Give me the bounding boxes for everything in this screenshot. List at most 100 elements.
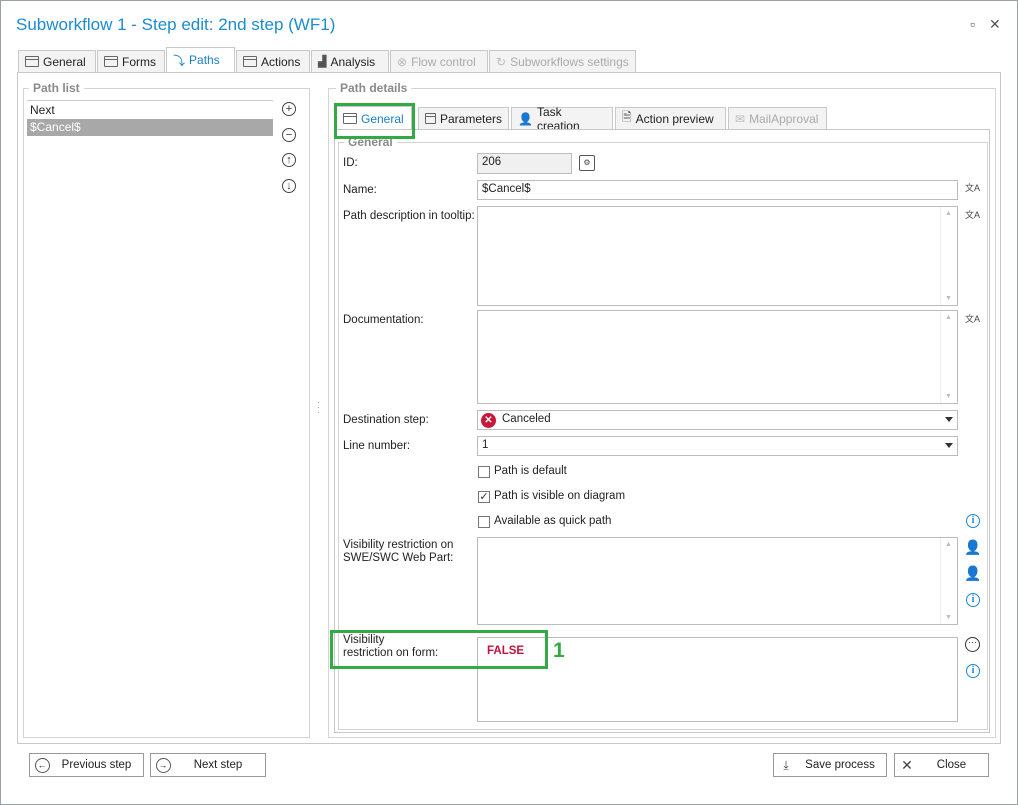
path-visible-on-diagram-checkbox[interactable]: ✓ xyxy=(478,491,490,503)
arrow-left-icon: ← xyxy=(34,757,50,773)
user-search-icon[interactable]: 👤 xyxy=(964,565,981,582)
next-step-label: Next step xyxy=(193,759,243,771)
mail-icon: ✉ xyxy=(735,111,746,126)
tab-general[interactable]: General xyxy=(18,50,96,72)
translate-icon[interactable]: 文A xyxy=(965,181,983,199)
detail-tab-task-creation[interactable]: 👤 Task creation xyxy=(511,105,613,133)
close-icon: ✕ xyxy=(901,756,913,773)
close-button[interactable]: ✕ Close xyxy=(894,753,989,777)
path-list-group xyxy=(23,88,310,738)
next-step-button[interactable]: → Next step xyxy=(150,753,266,777)
paths-icon: ⤵ xyxy=(173,53,186,68)
documentation-textarea[interactable]: ▲ ▼ xyxy=(477,310,958,404)
tab-flow-control: ⊗ Flow control xyxy=(390,50,488,72)
destination-step-label: Destination step: xyxy=(343,414,429,426)
tab-analysis[interactable]: ▟ Analysis xyxy=(311,50,389,72)
move-down-icon[interactable]: ↓ xyxy=(282,179,296,193)
add-path-icon[interactable]: + xyxy=(282,102,296,116)
tab-general-label: General xyxy=(43,54,86,69)
path-list-title: Path list xyxy=(29,81,84,95)
save-process-label: Save process xyxy=(805,759,875,771)
id-field: 206 xyxy=(477,153,572,174)
tab-actions[interactable]: Actions xyxy=(236,50,310,72)
translate-icon[interactable]: 文A xyxy=(965,312,983,330)
detail-tab-mailapproval-label: MailApproval xyxy=(749,111,819,126)
annotation-marker: 1 xyxy=(553,639,565,662)
previous-step-button[interactable]: ← Previous step xyxy=(29,753,144,777)
tab-analysis-label: Analysis xyxy=(330,54,376,69)
detail-tab-mailapproval: ✉ MailApproval xyxy=(728,107,827,129)
path-visible-on-diagram-label: Path is visible on diagram xyxy=(494,490,626,502)
path-list-divider xyxy=(27,100,273,101)
tab-actions-label: Actions xyxy=(261,54,301,69)
arrow-right-icon: → xyxy=(155,757,171,773)
chevron-down-icon xyxy=(945,417,953,422)
tab-subworkflows-settings-label: Subworkflows settings xyxy=(510,54,629,69)
cancel-x-icon: ✕ xyxy=(481,413,496,428)
path-details-title: Path details xyxy=(336,81,412,95)
user-check-icon[interactable]: 👤 xyxy=(964,539,981,556)
info-icon[interactable]: i xyxy=(966,593,980,607)
visibility-webpart-label-line1: Visibility restriction on xyxy=(343,539,454,551)
quick-path-checkbox[interactable] xyxy=(478,516,490,528)
destination-step-select[interactable]: ✕ Canceled xyxy=(477,410,958,430)
destination-step-value: Canceled xyxy=(502,413,551,425)
document-icon: 🗎 xyxy=(622,110,632,124)
line-number-select[interactable]: 1 xyxy=(477,436,958,456)
detail-tab-parameters-label: Parameters xyxy=(439,111,502,126)
chart-icon: ▟ xyxy=(318,56,327,68)
chevron-down-icon xyxy=(945,443,953,448)
info-icon[interactable]: i xyxy=(966,664,980,678)
highlight-box xyxy=(330,630,548,669)
documentation-label: Documentation: xyxy=(343,314,424,326)
user-icon: 👤 xyxy=(518,111,533,126)
highlight-box xyxy=(334,103,415,139)
detail-tab-parameters[interactable]: Parameters xyxy=(418,107,509,129)
scrollbar[interactable]: ▲ ▼ xyxy=(940,207,957,305)
flow-control-icon: ⊗ xyxy=(397,54,408,69)
scrollbar[interactable]: ▲ ▼ xyxy=(940,311,957,403)
name-label: Name: xyxy=(343,184,377,196)
tab-forms-label: Forms xyxy=(122,54,156,69)
tab-subworkflows-settings: ↻ Subworkflows settings xyxy=(489,50,636,72)
scrollbar[interactable]: ▲ ▼ xyxy=(940,538,957,624)
tab-paths[interactable]: ⤵ Paths xyxy=(166,47,235,72)
translate-icon[interactable]: 文A xyxy=(965,208,983,226)
path-is-default-checkbox[interactable] xyxy=(478,466,490,478)
save-process-button[interactable]: ⤓ Save process xyxy=(773,753,887,777)
line-number-value: 1 xyxy=(482,439,489,451)
tab-forms[interactable]: Forms xyxy=(97,50,165,72)
form-icon xyxy=(104,56,118,67)
path-is-default-label: Path is default xyxy=(494,465,567,477)
splitter-handle[interactable]: · · · xyxy=(317,399,320,417)
quick-path-label: Available as quick path xyxy=(494,515,612,527)
refresh-icon: ↻ xyxy=(496,54,507,69)
tooltip-label: Path description in tooltip: xyxy=(343,210,475,222)
visibility-webpart-textarea[interactable]: ▲ ▼ xyxy=(477,537,958,625)
id-label: ID: xyxy=(343,157,358,169)
tooltip-textarea[interactable]: ▲ ▼ xyxy=(477,206,958,306)
more-options-icon[interactable]: ··· xyxy=(965,637,980,652)
tab-flow-control-label: Flow control xyxy=(411,54,476,69)
path-list-item[interactable]: $Cancel$ xyxy=(27,119,273,136)
name-field[interactable]: $Cancel$ xyxy=(477,180,958,200)
remove-path-icon[interactable]: − xyxy=(282,128,296,142)
line-number-label: Line number: xyxy=(343,440,411,452)
visibility-form-field[interactable] xyxy=(477,637,958,722)
save-icon: ⤓ xyxy=(783,757,789,772)
move-up-icon[interactable]: ↑ xyxy=(282,153,296,167)
close-label: Close xyxy=(936,759,967,771)
window-title: Subworkflow 1 - Step edit: 2nd step (WF1… xyxy=(16,15,336,34)
detail-tab-action-preview[interactable]: 🗎 Action preview xyxy=(615,107,726,129)
info-icon[interactable]: i xyxy=(966,514,980,528)
previous-step-label: Previous step xyxy=(61,759,132,771)
close-window-icon[interactable]: ✕ xyxy=(989,16,1001,33)
copy-id-icon[interactable]: ⚙ xyxy=(579,155,595,171)
parameters-icon xyxy=(425,113,436,124)
maximize-icon[interactable]: ▫ xyxy=(970,16,975,32)
path-list-item[interactable]: Next xyxy=(27,102,273,118)
detail-tab-action-preview-label: Action preview xyxy=(635,111,714,126)
actions-icon xyxy=(243,56,257,67)
tab-paths-label: Paths xyxy=(189,53,220,67)
visibility-webpart-label-line2: SWE/SWC Web Part: xyxy=(343,552,454,564)
